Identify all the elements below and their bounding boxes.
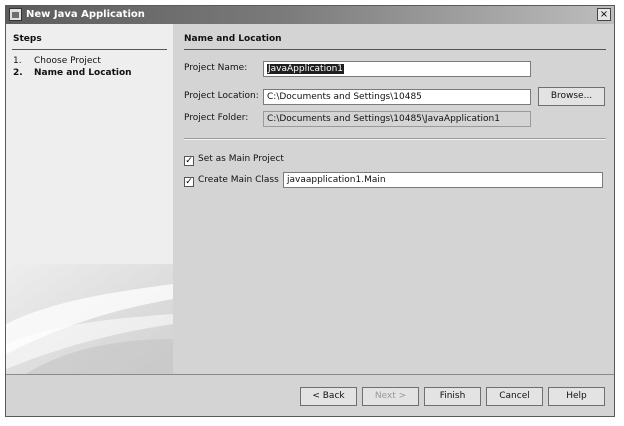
button-bar: < Back Next > Finish Cancel Help (6, 375, 614, 416)
project-location-label: Project Location: (184, 91, 259, 101)
steps-pane: Steps 1. Choose Project 2. Name and Locati… (6, 24, 173, 374)
step-number: 1. (13, 56, 22, 66)
project-location-input[interactable]: C:\Documents and Settings\10485 (263, 89, 531, 105)
main-class-input[interactable]: javaapplication1.Main (283, 172, 603, 188)
project-name-value: JavaApplication1 (267, 64, 345, 74)
set-main-project-label: Set as Main Project (198, 154, 284, 164)
title-bar[interactable]: New Java Application × (6, 6, 614, 24)
checkbox-icon[interactable]: ✓ (184, 156, 194, 166)
java-app-icon (9, 8, 22, 21)
options-divider (184, 138, 606, 140)
checkbox-icon[interactable]: ✓ (184, 177, 194, 187)
steps-heading: Steps (13, 34, 42, 44)
name-and-location-panel: Name and Location Project Name: JavaAppl… (173, 24, 614, 374)
steps-divider (12, 49, 167, 50)
back-button[interactable]: < Back (300, 387, 357, 406)
step-name-and-location: 2. Name and Location (13, 68, 132, 78)
cancel-button[interactable]: Cancel (486, 387, 543, 406)
panel-title-divider (184, 49, 606, 50)
window-title: New Java Application (26, 9, 145, 20)
project-folder-field: C:\Documents and Settings\10485\JavaAppl… (263, 111, 531, 127)
set-main-project-checkbox[interactable]: ✓ Set as Main Project (184, 154, 284, 166)
create-main-class-checkbox[interactable]: ✓ Create Main Class (184, 175, 279, 187)
help-button[interactable]: Help (548, 387, 605, 406)
browse-button[interactable]: Browse... (538, 87, 605, 106)
project-name-input[interactable]: JavaApplication1 (263, 61, 531, 77)
new-java-application-dialog: New Java Application × Steps 1. Choose Pr… (5, 5, 615, 417)
step-choose-project: 1. Choose Project (13, 56, 101, 66)
step-label: Choose Project (34, 56, 101, 66)
decorative-swoosh-graphic (6, 264, 173, 374)
finish-button[interactable]: Finish (424, 387, 481, 406)
project-folder-label: Project Folder: (184, 113, 249, 123)
next-button[interactable]: Next > (362, 387, 419, 406)
create-main-class-label: Create Main Class (198, 175, 279, 185)
project-name-label: Project Name: (184, 63, 248, 73)
close-icon[interactable]: × (597, 8, 611, 21)
step-label: Name and Location (34, 68, 132, 78)
panel-title: Name and Location (184, 34, 282, 44)
step-number: 2. (13, 68, 23, 78)
